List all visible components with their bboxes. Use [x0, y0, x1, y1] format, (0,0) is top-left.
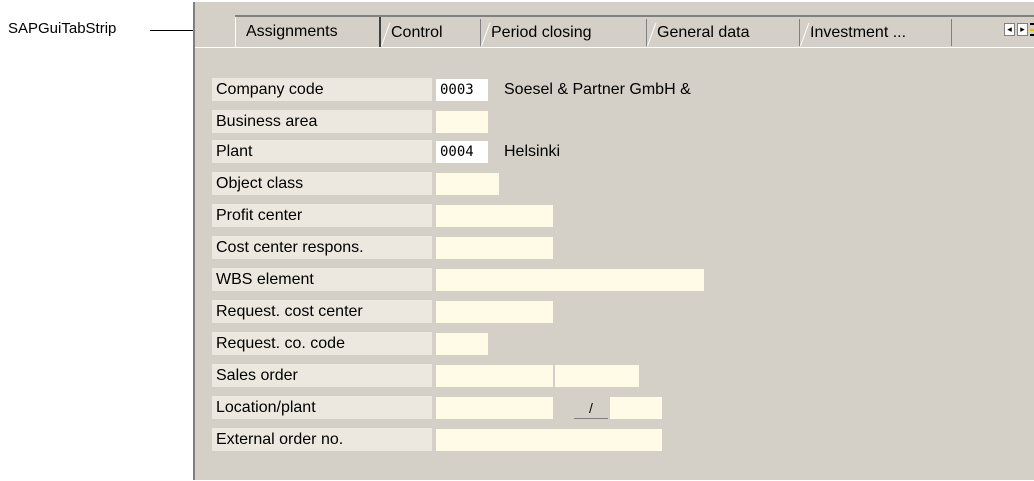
row-sales-order: Sales order	[212, 364, 772, 388]
tab-general-data[interactable]: General data	[647, 19, 800, 46]
field-label: Request. cost center	[212, 300, 432, 324]
location-plant-separator: /	[574, 398, 608, 419]
callout-line	[150, 30, 198, 31]
company-code-description: Soesel & Partner GmbH &	[504, 81, 691, 98]
field-label: WBS element	[212, 268, 432, 292]
row-request-cost-center: Request. cost center	[212, 300, 772, 324]
row-profit-center: Profit center	[212, 204, 772, 228]
row-business-area: Business area	[212, 110, 772, 134]
request-co-code-input[interactable]	[436, 333, 488, 355]
wbs-element-input[interactable]	[436, 269, 704, 291]
tab-strip: Assignments Control Period closing Gener…	[235, 15, 1034, 47]
cost-center-respons-input[interactable]	[436, 237, 553, 259]
sales-order-item-input[interactable]	[555, 365, 639, 387]
plant-description: Helsinki	[504, 143, 561, 160]
field-label: Cost center respons.	[212, 236, 432, 260]
row-cost-center-respons: Cost center respons.	[212, 236, 772, 260]
field-label: Location/plant	[212, 396, 432, 420]
location-plant-input[interactable]	[610, 397, 662, 419]
row-plant: Plant 0004 Helsinki	[212, 140, 772, 164]
field-label: Sales order	[212, 364, 432, 388]
row-object-class: Object class	[212, 172, 772, 196]
callout-label: SAPGuiTabStrip	[8, 20, 117, 37]
row-company-code: Company code 0003 Soesel & Partner GmbH …	[212, 78, 772, 102]
tab-investment[interactable]: Investment ...	[800, 19, 952, 46]
tab-control[interactable]: Control	[381, 19, 481, 46]
sales-order-input[interactable]	[436, 365, 553, 387]
external-order-no-input[interactable]	[436, 429, 662, 451]
location-input[interactable]	[436, 397, 553, 419]
company-code-input[interactable]: 0003	[436, 79, 488, 101]
field-label: Object class	[212, 172, 432, 196]
tab-assignments[interactable]: Assignments	[235, 17, 381, 47]
row-location-plant: Location/plant /	[212, 396, 772, 420]
profit-center-input[interactable]	[436, 205, 553, 227]
tab-scroll-controls: ◂ ▸	[1004, 23, 1034, 36]
tab-period-closing[interactable]: Period closing	[481, 19, 647, 46]
plant-input[interactable]: 0004	[436, 141, 488, 163]
tab-list-menu-icon[interactable]	[1030, 23, 1034, 36]
field-label: Request. co. code	[212, 332, 432, 356]
field-label: Business area	[212, 110, 432, 134]
field-label: External order no.	[212, 428, 432, 452]
field-label: Profit center	[212, 204, 432, 228]
tab-content-assignments: Company code 0003 Soesel & Partner GmbH …	[195, 47, 1034, 481]
sap-tab-panel: Assignments Control Period closing Gener…	[193, 2, 1034, 480]
scroll-right-icon[interactable]: ▸	[1017, 23, 1028, 36]
business-area-input[interactable]	[436, 111, 488, 133]
request-cost-center-input[interactable]	[436, 301, 553, 323]
row-external-order-no: External order no.	[212, 428, 772, 452]
row-wbs-element: WBS element	[212, 268, 772, 292]
field-label: Company code	[212, 78, 432, 102]
object-class-input[interactable]	[436, 173, 499, 195]
field-label: Plant	[212, 140, 432, 164]
row-request-co-code: Request. co. code	[212, 332, 772, 356]
scroll-left-icon[interactable]: ◂	[1004, 23, 1015, 36]
